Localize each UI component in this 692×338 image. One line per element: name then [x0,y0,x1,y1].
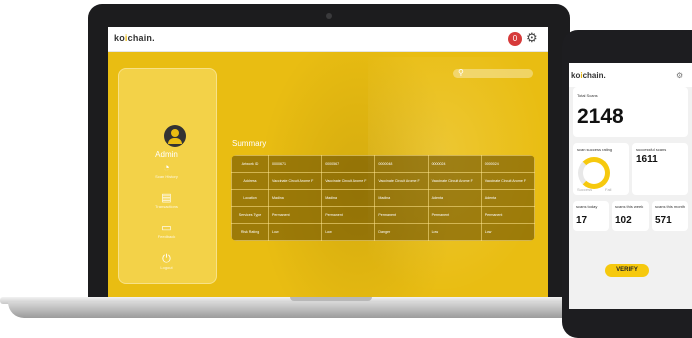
stat-card: scans today 17 [573,201,609,231]
table-cell: 0000024 [427,155,482,173]
table-cell: 0000671 [267,155,323,173]
table-cell: Permanent [480,206,535,224]
gear-icon[interactable]: ⚙ [526,30,538,46]
chat-icon: ▭ [161,222,172,234]
sidebar-item-scan-history[interactable]: ◔ Scan History [118,163,215,180]
stat-card: scans this week 102 [612,201,649,231]
webcam-icon [326,13,332,19]
table-cell: Vaccinate Circuit Arome F [374,172,429,190]
table-cell: Vaccinate Circuit Arome F [427,172,482,190]
total-scans-card: Total Scans 2148 [573,87,688,137]
table-cell: Low [321,223,376,241]
table-row: Location Madina Madina Madina Adenta Ade… [231,189,535,207]
row-header: Location [231,189,269,207]
verify-button[interactable]: VERIFY [605,264,649,277]
table-cell: Low [267,223,323,241]
phone-app-logo[interactable]: koichain. [571,71,606,80]
top-bar: koichain. 0 ⚙ [108,27,548,52]
table-cell: Adenta [427,189,482,207]
user-name: Admin [155,150,178,159]
summary-title: Summary [232,139,267,148]
table-cell: Vaccinate Circuit Arome F [267,172,323,190]
table-cell: Permanent [427,206,482,224]
avatar-head [171,129,179,137]
table-cell: Adenta [480,189,535,207]
speedometer-icon: ◔ [163,162,170,174]
table-row: Services Type Permanent Permanent Perman… [231,206,535,224]
notification-icon[interactable]: 0 [508,32,522,46]
table-cell: Low [480,223,535,241]
summary-table: Artwork ID 0000671 0000567 0000048 00000… [231,155,535,241]
table-cell: Madina [321,189,376,207]
settings-icon[interactable]: ⚙ [676,71,683,80]
laptop-screen: koichain. 0 ⚙ ⚲ Admin ◔ Scan History ▤ T… [108,27,548,297]
table-cell: 0000048 [374,155,429,173]
table-cell: Low [427,223,482,241]
table-cell: Permanent [267,206,323,224]
successful-scans-card: successful scans 1611 [632,143,688,195]
search-input[interactable] [453,69,533,78]
table-cell: 0000567 [321,155,376,173]
document-icon: ▤ [161,192,172,204]
row-header: Services Type [231,206,269,224]
table-row: Risk Rating Low Low Danger Low Low [231,223,535,241]
sidebar-item-transactions[interactable]: ▤ Transactions [118,193,215,210]
table-cell: Permanent [321,206,376,224]
table-row: Artwork ID 0000671 0000567 0000048 00000… [231,155,535,173]
power-icon: ⏻ [162,253,171,265]
table-row: Address Vaccinate Circuit Arome F Vaccin… [231,172,535,190]
success-donut-chart [578,157,610,189]
laptop-notch [290,297,372,301]
table-cell: Vaccinate Circuit Arome F [321,172,376,190]
app-logo[interactable]: koichain. [114,33,155,43]
row-header: Risk Rating [231,223,269,241]
phone-screen: koichain. ⚙ Total Scans 2148 scan succes… [569,63,692,309]
search-icon[interactable]: ⚲ [458,68,464,77]
row-header: Artwork ID [231,155,269,173]
table-cell: Permanent [374,206,429,224]
table-cell: Vaccinate Circuit Arome F [480,172,535,190]
sidebar-item-logout[interactable]: ⏻ Logout [118,254,215,271]
table-cell: Madina [267,189,323,207]
table-cell: Danger [374,223,429,241]
table-cell: Madina [374,189,429,207]
row-header: Address [231,172,269,190]
table-cell: 0000024 [480,155,535,173]
avatar-body [168,138,182,144]
stat-card: scans this month 571 [652,201,688,231]
sidebar-item-feedback[interactable]: ▭ Feedback [118,223,215,240]
